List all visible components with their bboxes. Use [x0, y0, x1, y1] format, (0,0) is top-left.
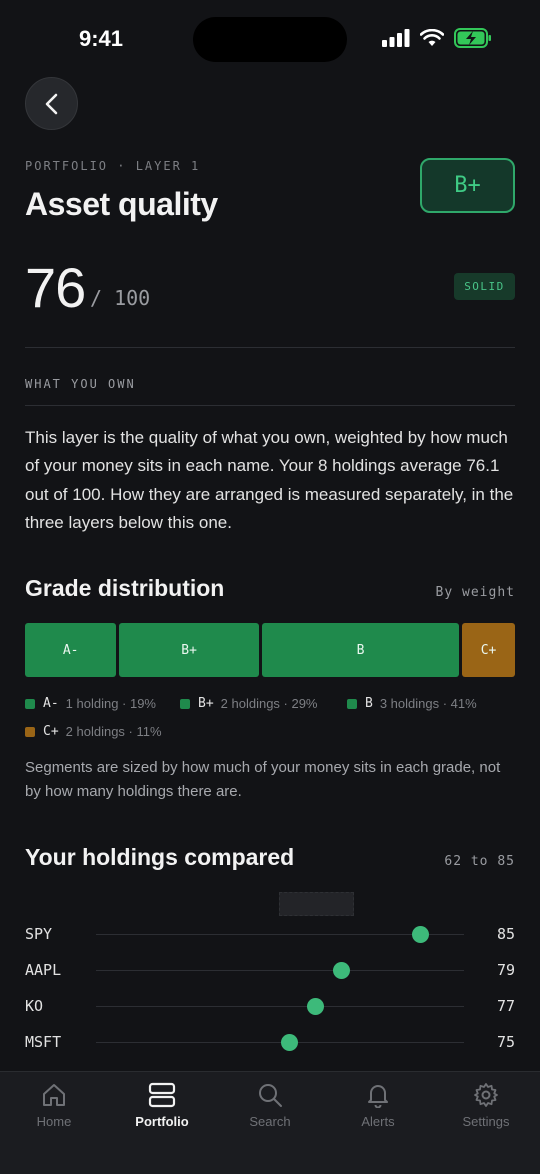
legend-swatch: [180, 698, 190, 709]
distribution-note: Segments are sized by how much of your m…: [25, 759, 501, 800]
wifi-icon: [420, 29, 444, 46]
status-icons: [382, 28, 492, 48]
grade-badge: B+: [420, 158, 515, 213]
breadcrumb: PORTFOLIO · LAYER 1: [25, 159, 201, 173]
tab-label: Settings: [462, 1114, 510, 1129]
holding-ticker: SPY: [25, 925, 53, 943]
segment-b-plus[interactable]: B+: [119, 623, 259, 677]
holding-ticker: AAPL: [25, 961, 62, 979]
legend-item: C+ 2 holdings · 11%: [25, 724, 162, 739]
back-button[interactable]: [25, 77, 78, 130]
holding-score-dot: [280, 1034, 298, 1051]
segment-b[interactable]: B: [261, 623, 460, 677]
search-icon: [259, 1084, 282, 1107]
signal-icon: [382, 29, 410, 47]
divider: [25, 347, 515, 348]
status-time: 9:41: [79, 26, 124, 51]
tab-label: Alerts: [361, 1114, 395, 1129]
holding-score: 75: [496, 1033, 515, 1051]
segment-a-minus[interactable]: A-: [25, 623, 117, 677]
chevron-left-icon: [45, 93, 57, 114]
gear-icon: [474, 1083, 498, 1107]
tab-label: Home: [36, 1114, 72, 1129]
bell-icon: [368, 1085, 388, 1108]
score-value: 76: [25, 256, 86, 319]
legend-text: 2 holdings · 29%: [220, 696, 318, 711]
tab-home[interactable]: Home: [4, 1082, 104, 1129]
legend-item: B+ 2 holdings · 29%: [180, 696, 318, 711]
legend-item: A- 1 holding · 19%: [25, 696, 156, 711]
legend-item: B 3 holdings · 41%: [347, 696, 477, 711]
legend-text: 1 holding · 19%: [65, 696, 156, 711]
divider: [25, 405, 515, 406]
holding-track: [96, 934, 464, 935]
holding-track: [96, 1006, 464, 1007]
tab-settings[interactable]: Settings: [436, 1082, 536, 1129]
holding-score: 79: [496, 961, 515, 979]
battery-charging-icon: [454, 28, 491, 48]
holding-track: [96, 970, 464, 971]
holdings-title: Your holdings compared: [25, 844, 295, 870]
status-bar: 9:41: [0, 0, 540, 80]
holding-score: 77: [496, 997, 515, 1015]
distribution-title: Grade distribution: [25, 575, 225, 601]
holding-score-dot: [306, 998, 324, 1015]
legend-swatch: [347, 698, 357, 709]
score-max: / 100: [90, 286, 151, 310]
section-label: WHAT YOU OWN: [25, 377, 136, 391]
tab-label: Portfolio: [135, 1114, 189, 1129]
tab-label: Search: [249, 1114, 291, 1129]
distribution-meta: By weight: [435, 585, 515, 600]
dynamic-island: [193, 17, 347, 62]
legend-grade: B: [365, 696, 373, 711]
section-description: This layer is the quality of what you ow…: [25, 428, 514, 533]
holding-score-dot: [412, 926, 429, 943]
holding-score: 85: [496, 925, 515, 943]
holdings-range: 62 to 85: [444, 854, 515, 869]
rating-badge: SOLID: [454, 273, 515, 300]
legend-swatch: [25, 698, 35, 709]
grade-distribution-bar: A- B+ B C+: [25, 623, 515, 677]
tab-bar: Home Portfolio Search Alerts Settings: [0, 1071, 540, 1174]
tab-search[interactable]: Search: [220, 1082, 320, 1129]
legend-text: 3 holdings · 41%: [379, 696, 477, 711]
portfolio-icon: [148, 1082, 176, 1108]
legend-grade: A-: [43, 696, 59, 711]
segment-c-plus[interactable]: C+: [462, 623, 515, 677]
legend-grade: B+: [198, 696, 214, 711]
range-marker: [279, 892, 354, 916]
legend-swatch: [25, 726, 35, 737]
page-title: Asset quality: [25, 186, 218, 222]
home-icon: [43, 1084, 65, 1106]
legend-text: 2 holdings · 11%: [65, 724, 162, 739]
holding-score-dot: [333, 962, 351, 979]
holding-ticker: MSFT: [25, 1033, 62, 1051]
legend-grade: C+: [43, 724, 59, 739]
holding-ticker: KO: [25, 997, 44, 1015]
tab-portfolio[interactable]: Portfolio: [112, 1082, 212, 1129]
tab-alerts[interactable]: Alerts: [328, 1082, 428, 1129]
